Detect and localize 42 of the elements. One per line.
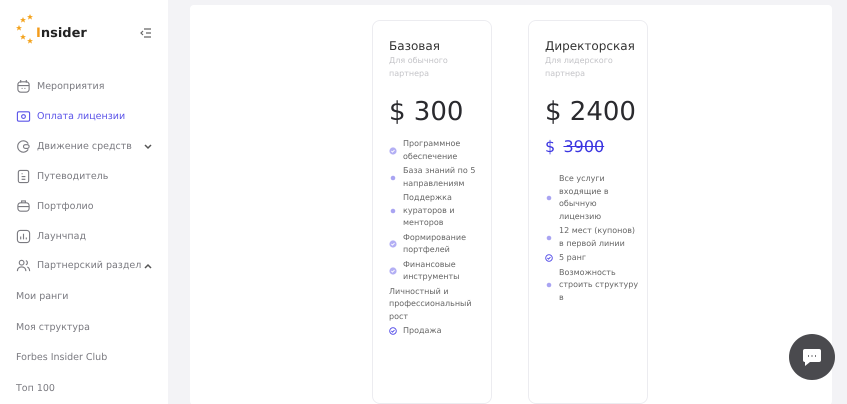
- ticket-icon: [16, 109, 31, 124]
- old-currency: $: [545, 137, 556, 156]
- feature-text: Программное обеспечение: [403, 138, 462, 162]
- sidebar-subitem[interactable]: Мои ранги: [16, 280, 168, 312]
- feature-text: Формирование портфелей: [403, 232, 468, 256]
- old-price: 3900: [563, 137, 604, 156]
- sidebar-item[interactable]: Мероприятия: [16, 72, 168, 102]
- case-icon: [16, 198, 31, 214]
- sidebar-item[interactable]: Партнерский раздел: [16, 251, 168, 281]
- collapse-menu-icon[interactable]: [140, 28, 152, 38]
- sidebar-item[interactable]: Движение средств: [16, 132, 168, 162]
- feature-text: 5 ранг: [559, 252, 588, 264]
- chart-icon: [16, 228, 31, 244]
- doc-icon: [16, 168, 31, 184]
- sidebar-subitem[interactable]: Моя структура: [16, 312, 168, 342]
- wallet-icon: [16, 139, 31, 154]
- plan-title: Базовая: [389, 39, 440, 53]
- feature-text: База знаний по 5 направлениям: [403, 165, 476, 190]
- sidebar-subitem[interactable]: Forbes Insider Club: [16, 342, 168, 374]
- price: $ 300: [389, 97, 464, 127]
- sidebar-item[interactable]: Путеводитель: [16, 162, 168, 192]
- sidebar-item[interactable]: Лаунчпад: [16, 221, 168, 252]
- sidebar-item[interactable]: Оплата лицензии: [16, 102, 168, 132]
- feature-text: Поддержка кураторов и менторов: [403, 192, 456, 229]
- chat-icon: [801, 347, 823, 367]
- calendar-icon: [16, 79, 31, 94]
- feature-text: Все услуги входящие в обычную лицензию: [559, 173, 610, 222]
- price: $ 2400: [545, 97, 636, 127]
- chevron-icon: [144, 144, 152, 150]
- users-icon: [16, 258, 31, 274]
- plan-subtitle: Для лидерского партнера: [545, 55, 614, 80]
- sidebar-item[interactable]: Портфолио: [16, 191, 168, 222]
- feature-text: Возможность строить структуру в: [559, 266, 640, 304]
- feature-text: 12 мест (купонов) в первой линии: [559, 225, 636, 250]
- plan-title: Директорская: [545, 39, 635, 53]
- feature-text: Финансовые инструменты: [403, 258, 460, 283]
- feature-text: Личностный и профессиональный рост: [389, 286, 473, 323]
- logo-text: Insider: [36, 26, 87, 40]
- sidebar-subitem[interactable]: Топ 100: [16, 373, 168, 404]
- plan-subtitle: Для обычного партнера: [389, 55, 449, 80]
- chevron-icon: [144, 262, 152, 269]
- feature-text: Продажа: [403, 325, 443, 337]
